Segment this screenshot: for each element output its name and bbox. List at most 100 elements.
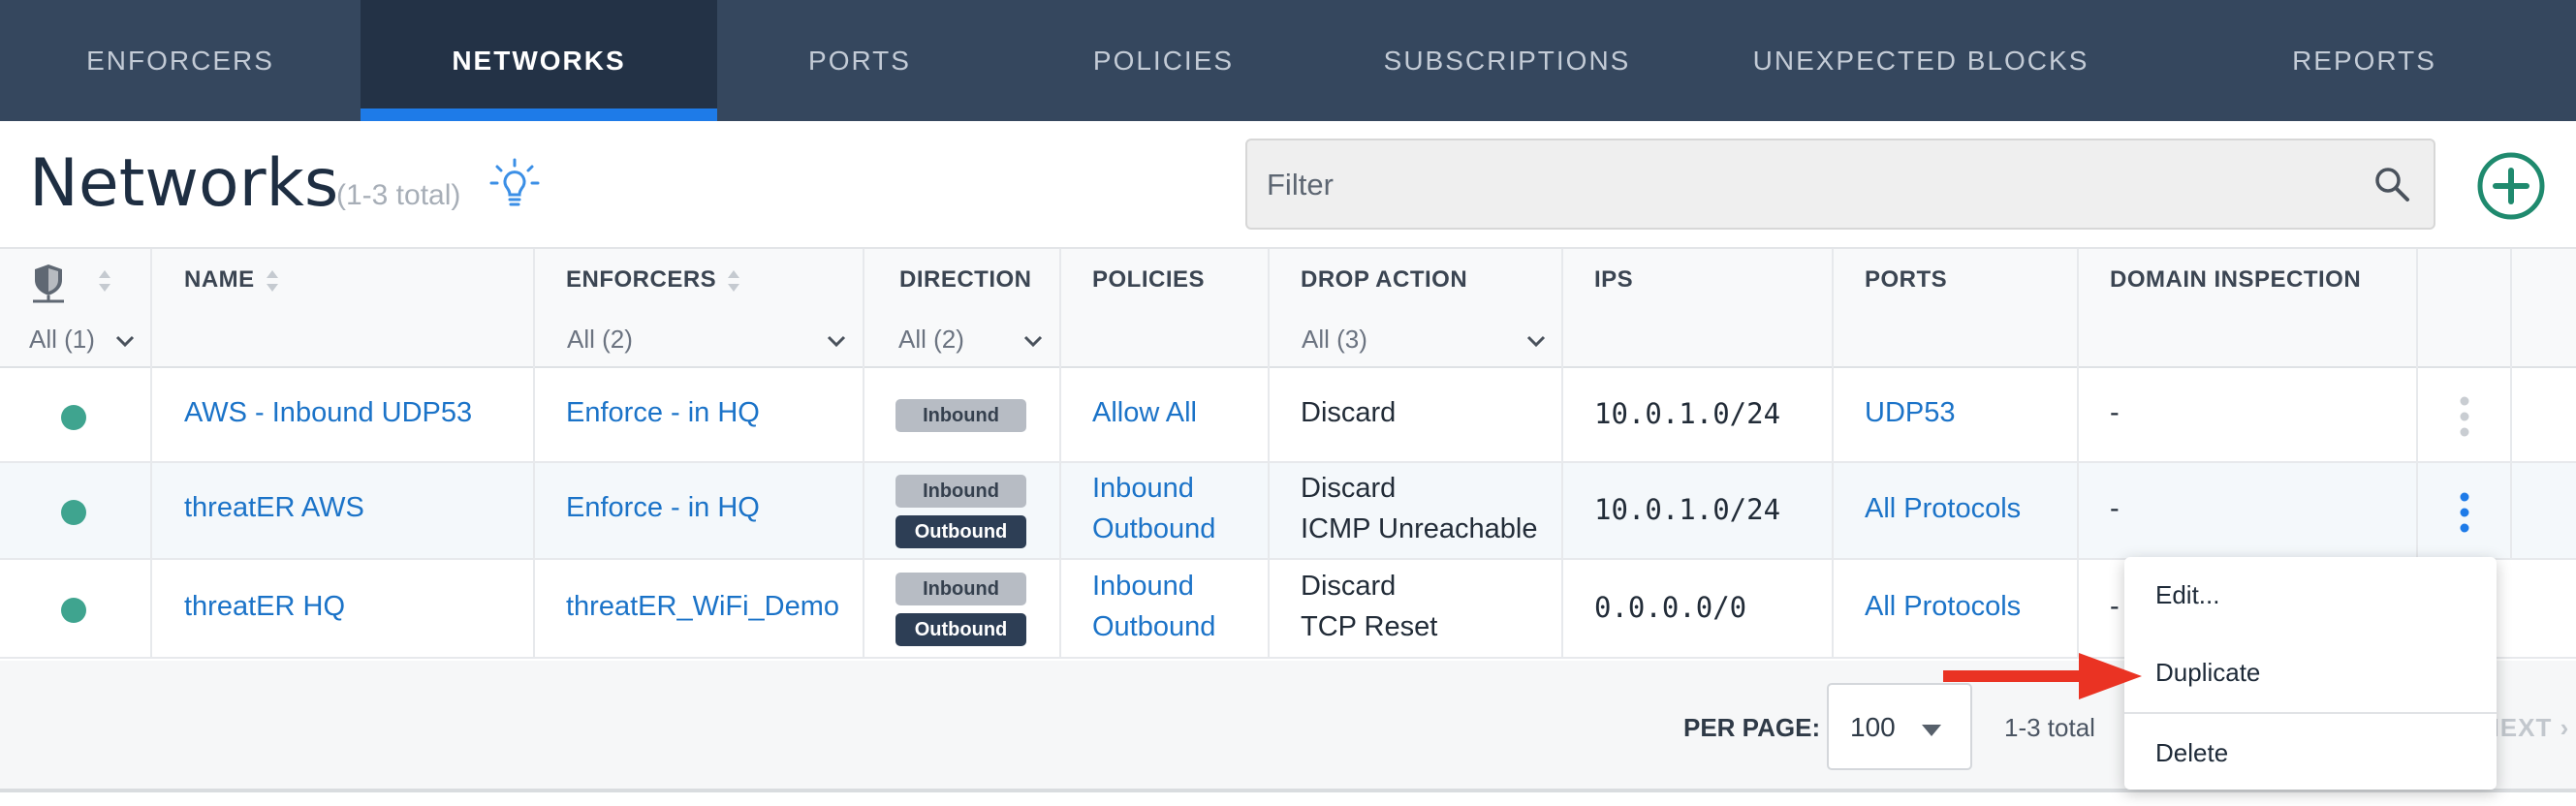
status-filter[interactable]: All (1) (29, 325, 95, 355)
tab-reports[interactable]: REPORTS (2152, 0, 2576, 121)
per-page-value: 100 (1850, 712, 1896, 742)
column-divider (863, 560, 864, 659)
column-header-name[interactable]: NAME (184, 266, 280, 294)
policy-link[interactable]: Inbound (1092, 571, 1194, 603)
policy-link[interactable]: Outbound (1092, 611, 1215, 643)
column-divider (2077, 368, 2079, 463)
tab-subscriptions[interactable]: SUBSCRIPTIONS (1325, 0, 1689, 121)
drop-action-text: Discard (1301, 571, 1397, 602)
ports-link[interactable]: UDP53 (1865, 397, 1956, 429)
tab-enforcers[interactable]: ENFORCERS (0, 0, 361, 121)
direction-badge-inbound: Inbound (895, 573, 1026, 605)
column-divider (1059, 249, 1061, 370)
chevron-down-icon[interactable] (1022, 334, 1044, 348)
column-header-drop-action: DROP ACTION (1301, 266, 1468, 293)
tab-ports[interactable]: PORTS (717, 0, 1002, 121)
column-label: NAME (184, 266, 255, 293)
drop-action-text: Discard (1301, 473, 1397, 504)
lightbulb-icon[interactable] (489, 158, 540, 212)
column-divider (2416, 249, 2418, 370)
column-divider (1832, 368, 1834, 463)
direction-filter[interactable]: All (2) (898, 325, 964, 355)
column-header-ports: PORTS (1865, 266, 1948, 293)
drop-action-text: ICMP Unreachable (1301, 513, 1538, 544)
table-row[interactable]: AWS - Inbound UDP53 Enforce - in HQ Inbo… (0, 368, 2576, 463)
ips-text: 10.0.1.0/24 (1594, 493, 1781, 526)
chevron-down-icon[interactable] (826, 334, 847, 348)
column-divider (1059, 560, 1061, 659)
column-divider (2416, 368, 2418, 463)
networks-page: ENFORCERS NETWORKS PORTS POLICIES SUBSCR… (0, 0, 2576, 806)
policy-link[interactable]: Allow All (1092, 397, 1197, 429)
column-divider (533, 560, 535, 659)
menu-divider (2124, 712, 2497, 714)
column-divider (2077, 249, 2079, 370)
drop-action-filter[interactable]: All (3) (1302, 325, 1367, 355)
enforcer-link[interactable]: threatER_WiFi_Demo (566, 591, 839, 623)
column-divider (863, 463, 864, 560)
column-divider (1832, 249, 1834, 370)
menu-item-delete[interactable]: Delete (2155, 738, 2228, 768)
column-divider (1832, 560, 1834, 659)
column-divider (150, 368, 152, 463)
enforcer-link[interactable]: Enforce - in HQ (566, 492, 760, 524)
status-dot (61, 500, 86, 525)
add-network-button[interactable] (2476, 151, 2546, 221)
column-divider (863, 368, 864, 463)
shield-network-icon (33, 264, 64, 303)
enforcers-filter[interactable]: All (2) (567, 325, 633, 355)
direction-badge-inbound: Inbound (895, 475, 1026, 508)
column-header-domain-inspection: DOMAIN INSPECTION (2110, 266, 2362, 293)
row-menu-icon[interactable] (2460, 491, 2469, 534)
menu-item-edit[interactable]: Edit... (2155, 580, 2219, 610)
column-header-direction: DIRECTION (899, 266, 1032, 293)
ports-link[interactable]: All Protocols (1865, 591, 2021, 623)
pagination-total: 1-3 total (2004, 713, 2095, 742)
chevron-down-icon[interactable] (114, 334, 136, 348)
column-header-enforcers[interactable]: ENFORCERS (566, 266, 741, 294)
menu-item-duplicate[interactable]: Duplicate (2155, 658, 2260, 688)
ports-link[interactable]: All Protocols (1865, 493, 2021, 525)
tab-policies[interactable]: POLICIES (1002, 0, 1325, 121)
search-icon[interactable] (2372, 164, 2414, 206)
row-menu-icon[interactable] (2460, 395, 2469, 438)
status-dot (61, 598, 86, 623)
enforcer-link[interactable]: Enforce - in HQ (566, 397, 760, 429)
column-divider (1561, 368, 1563, 463)
chevron-down-icon[interactable] (1525, 334, 1547, 348)
column-divider (533, 368, 535, 463)
column-divider (150, 463, 152, 560)
network-name-link[interactable]: AWS - Inbound UDP53 (184, 397, 472, 429)
policy-link[interactable]: Outbound (1092, 513, 1215, 545)
column-divider (1561, 249, 1563, 370)
tab-networks[interactable]: NETWORKS (361, 0, 717, 121)
column-divider (2510, 249, 2512, 370)
column-divider (1059, 368, 1061, 463)
policy-link[interactable]: Inbound (1092, 473, 1194, 505)
tab-unexpected-blocks[interactable]: UNEXPECTED BLOCKS (1689, 0, 2152, 121)
status-dot (61, 405, 86, 430)
ips-text: 0.0.0.0/0 (1594, 591, 1747, 624)
sort-icon[interactable] (97, 268, 112, 294)
column-divider (1268, 368, 1270, 463)
filter-input[interactable] (1267, 160, 2333, 210)
domain-inspection-text: - (2110, 493, 2120, 524)
column-divider (2510, 368, 2512, 463)
domain-inspection-text: - (2110, 591, 2120, 622)
network-name-link[interactable]: threatER AWS (184, 492, 364, 524)
column-divider (1268, 560, 1270, 659)
drop-action-text: TCP Reset (1301, 611, 1438, 642)
sort-icon[interactable] (726, 268, 741, 294)
column-header-ips: IPS (1594, 266, 1634, 293)
row-context-menu: Edit... Duplicate Delete (2124, 557, 2497, 790)
column-divider (150, 560, 152, 659)
network-name-link[interactable]: threatER HQ (184, 591, 345, 623)
column-divider (2510, 463, 2512, 560)
column-divider (2077, 560, 2079, 659)
column-divider (2416, 463, 2418, 560)
direction-badge-outbound: Outbound (895, 515, 1026, 548)
sort-icon[interactable] (265, 268, 280, 294)
column-divider (150, 249, 152, 370)
column-divider (1059, 463, 1061, 560)
table-row[interactable]: threatER AWS Enforce - in HQ Inbound Out… (0, 463, 2576, 560)
